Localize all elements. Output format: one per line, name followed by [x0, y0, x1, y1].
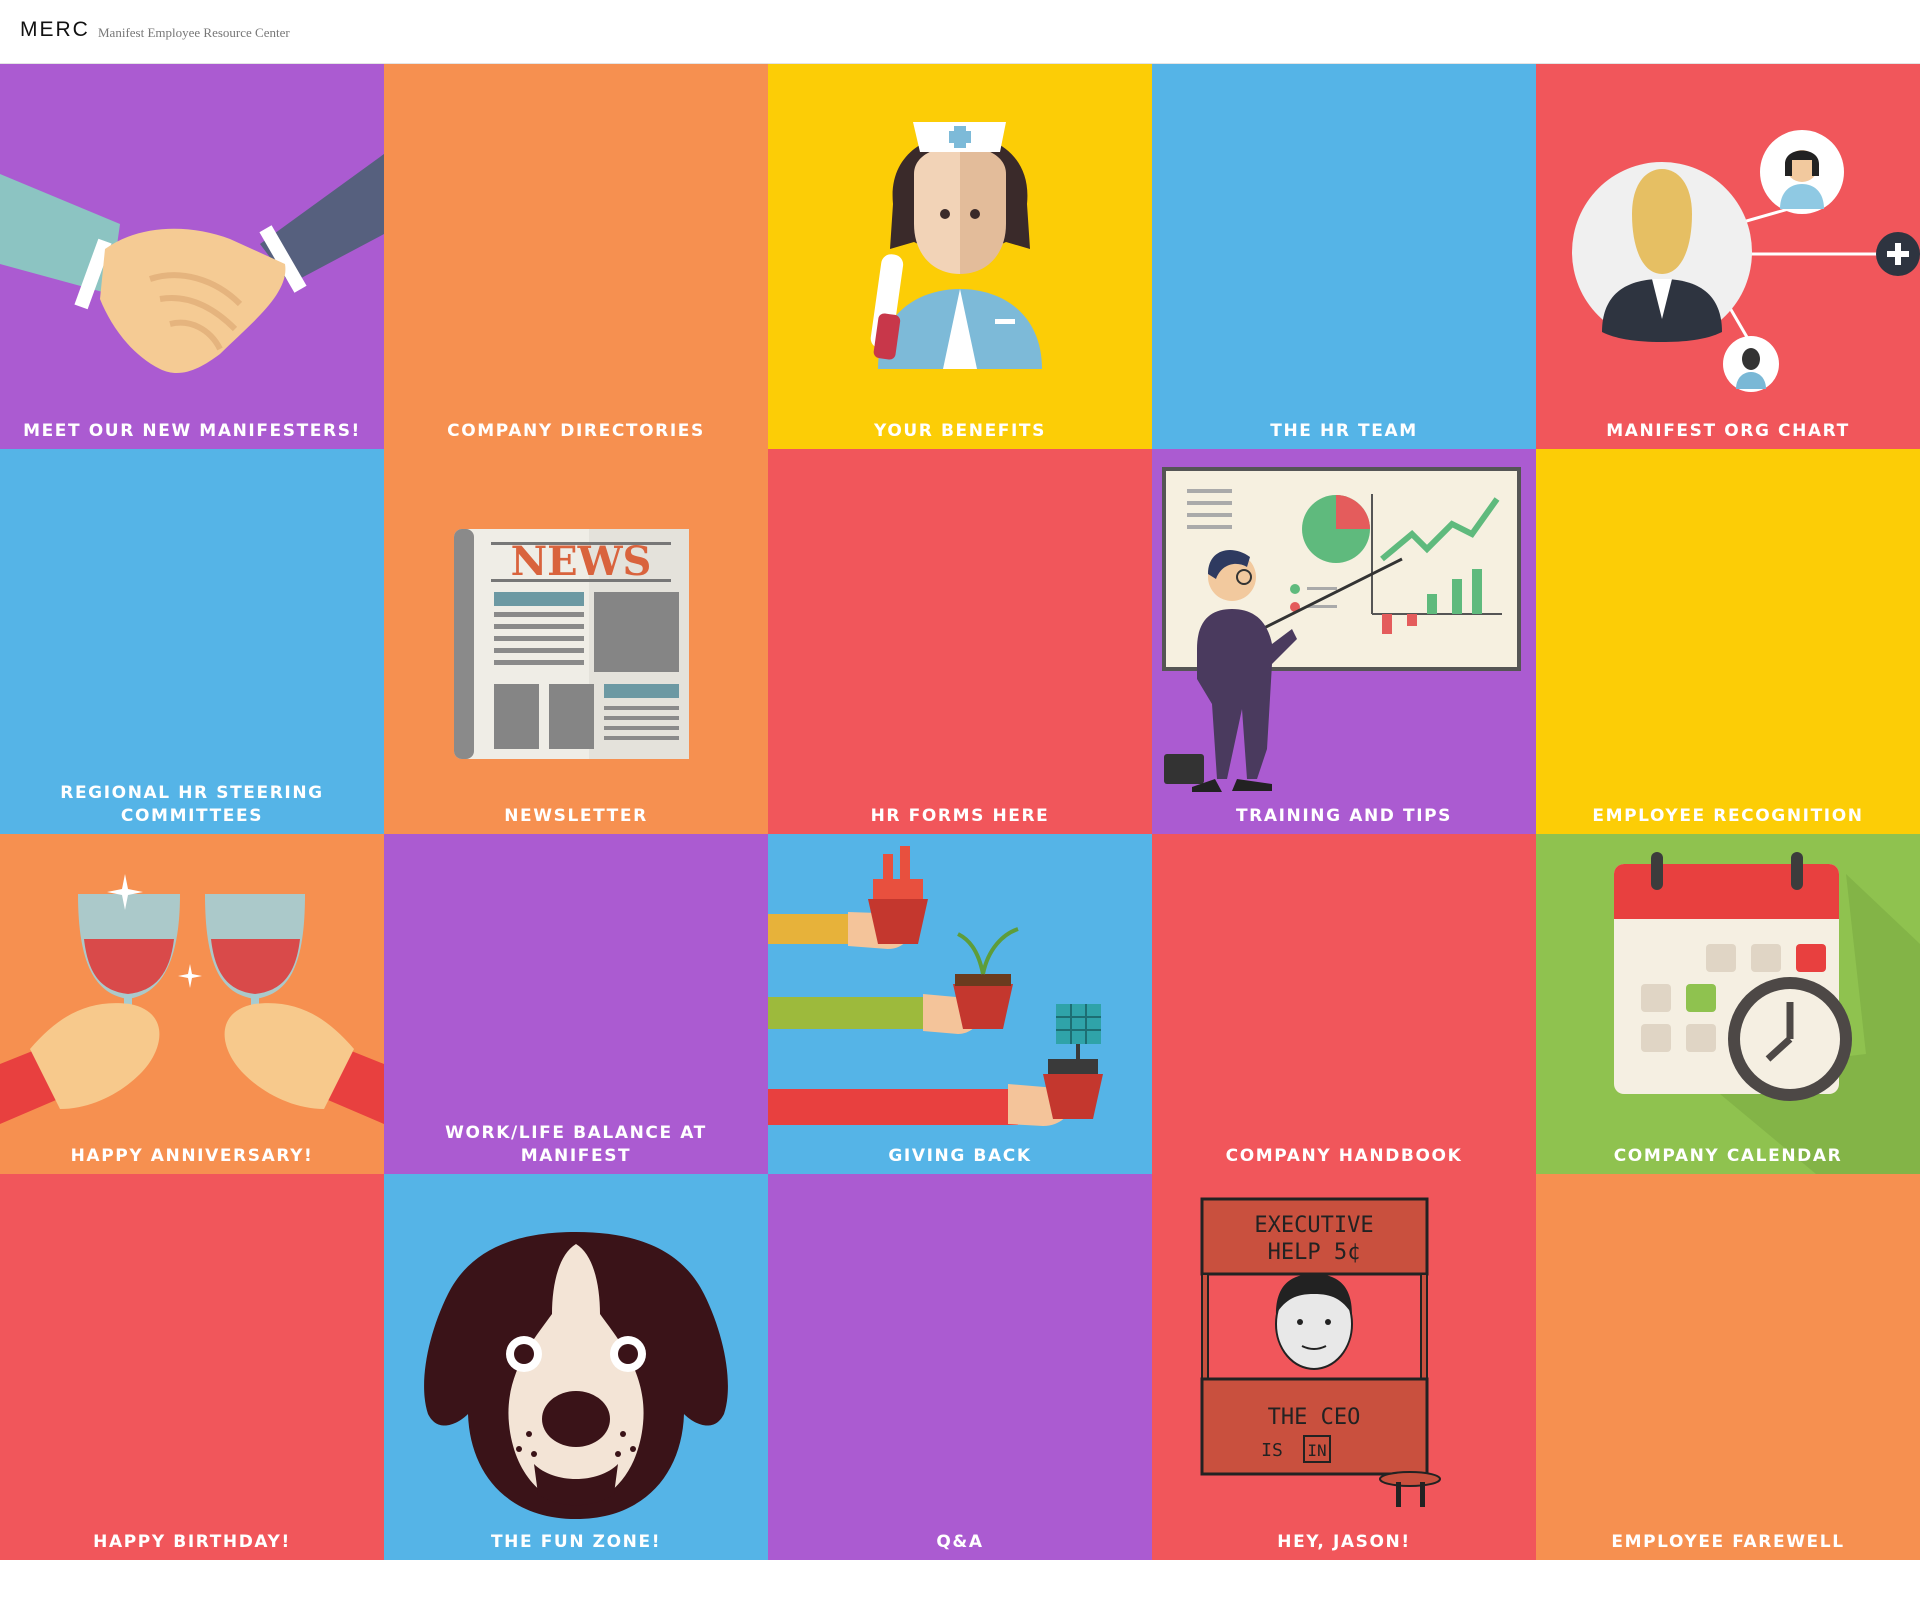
- tile-org-chart[interactable]: MANIFEST ORG CHART: [1536, 64, 1920, 449]
- tile-label: COMPANY DIRECTORIES: [447, 421, 705, 441]
- brand-logo[interactable]: MERC: [20, 18, 90, 42]
- tile-label: NEWSLETTER: [504, 806, 648, 826]
- giving-hands-icon: [768, 846, 1103, 1126]
- tile-training-tips[interactable]: TRAINING AND TIPS: [1152, 449, 1536, 834]
- tile-company-directories[interactable]: COMPANY DIRECTORIES: [384, 64, 768, 449]
- tile-hr-team[interactable]: THE HR TEAM: [1152, 64, 1536, 449]
- ceo-booth-icon: EXECUTIVE HELP 5¢ THE CEO IS IN: [1200, 1197, 1441, 1507]
- tile-regional-hr-steering[interactable]: REGIONAL HR STEERING COMMITTEES: [0, 449, 384, 834]
- booth-sign-line-4: IS: [1261, 1440, 1283, 1461]
- tile-q-and-a[interactable]: Q&A: [768, 1174, 1152, 1560]
- dog-face-icon: [424, 1232, 728, 1519]
- tile-label: HEY, JASON!: [1277, 1532, 1411, 1552]
- tile-label: THE HR TEAM: [1270, 421, 1418, 441]
- calendar-clock-icon: [1614, 852, 1920, 1174]
- wine-toast-icon: [0, 874, 384, 1124]
- tile-company-calendar[interactable]: COMPANY CALENDAR: [1536, 834, 1920, 1174]
- tile-label: GIVING BACK: [888, 1146, 1032, 1166]
- tile-label: TRAINING AND TIPS: [1235, 806, 1453, 826]
- tile-work-life-balance[interactable]: WORK/LIFE BALANCE AT MANIFEST: [384, 834, 768, 1174]
- tile-label: THE FUN ZONE!: [490, 1532, 662, 1552]
- tile-hey-jason[interactable]: EXECUTIVE HELP 5¢ THE CEO IS IN HEY, JAS…: [1152, 1174, 1536, 1560]
- tile-hr-forms[interactable]: HR FORMS HERE: [768, 449, 1152, 834]
- presenter-icon: [1162, 467, 1521, 792]
- tile-label: YOUR BENEFITS: [874, 421, 1046, 441]
- tile-label: MEET OUR NEW MANIFESTERS!: [23, 421, 361, 441]
- tile-label: REGIONAL HR STEERING COMMITTEES: [60, 783, 324, 826]
- org-chart-icon: [1572, 130, 1920, 392]
- tile-newsletter[interactable]: NEWS NEWSLETTER: [384, 449, 768, 834]
- booth-sign-line-2: HELP 5¢: [1268, 1240, 1361, 1265]
- tile-label: COMPANY HANDBOOK: [1225, 1146, 1463, 1166]
- booth-sign-line-1: EXECUTIVE: [1254, 1213, 1373, 1238]
- tile-employee-recognition[interactable]: EMPLOYEE RECOGNITION: [1536, 449, 1920, 834]
- tile-label: COMPANY CALENDAR: [1613, 1146, 1843, 1166]
- tile-fun-zone[interactable]: THE FUN ZONE!: [384, 1174, 768, 1560]
- tile-label: EMPLOYEE FAREWELL: [1611, 1532, 1845, 1552]
- tile-your-benefits[interactable]: YOUR BENEFITS: [768, 64, 1152, 449]
- handshake-icon: [0, 154, 384, 374]
- tile-label: WORK/LIFE BALANCE AT MANIFEST: [445, 1123, 707, 1166]
- tile-label: MANIFEST ORG CHART: [1606, 421, 1850, 441]
- booth-in-sign: IN: [1307, 1441, 1326, 1460]
- tile-happy-anniversary[interactable]: HAPPY ANNIVERSARY!: [0, 834, 384, 1174]
- tile-label: HR FORMS HERE: [870, 806, 1050, 826]
- booth-sign-line-3: THE CEO: [1268, 1405, 1361, 1430]
- news-headline: NEWS: [511, 538, 652, 585]
- tile-giving-back[interactable]: GIVING BACK: [768, 834, 1152, 1174]
- tile-label: HAPPY BIRTHDAY!: [93, 1532, 291, 1552]
- top-header: MERC Manifest Employee Resource Center: [0, 0, 1920, 64]
- tile-happy-birthday[interactable]: HAPPY BIRTHDAY!: [0, 1174, 384, 1560]
- tile-label: HAPPY ANNIVERSARY!: [70, 1146, 314, 1166]
- tile-employee-farewell[interactable]: EMPLOYEE FAREWELL: [1536, 1174, 1920, 1560]
- tile-label: EMPLOYEE RECOGNITION: [1592, 806, 1864, 826]
- brand-tagline: Manifest Employee Resource Center: [98, 25, 290, 40]
- tile-company-handbook[interactable]: COMPANY HANDBOOK: [1152, 834, 1536, 1174]
- tile-label: Q&A: [936, 1532, 984, 1552]
- newspaper-icon: NEWS: [454, 529, 689, 759]
- tile-meet-new-manifesters[interactable]: MEET OUR NEW MANIFESTERS!: [0, 64, 384, 449]
- nurse-icon: [870, 122, 1042, 369]
